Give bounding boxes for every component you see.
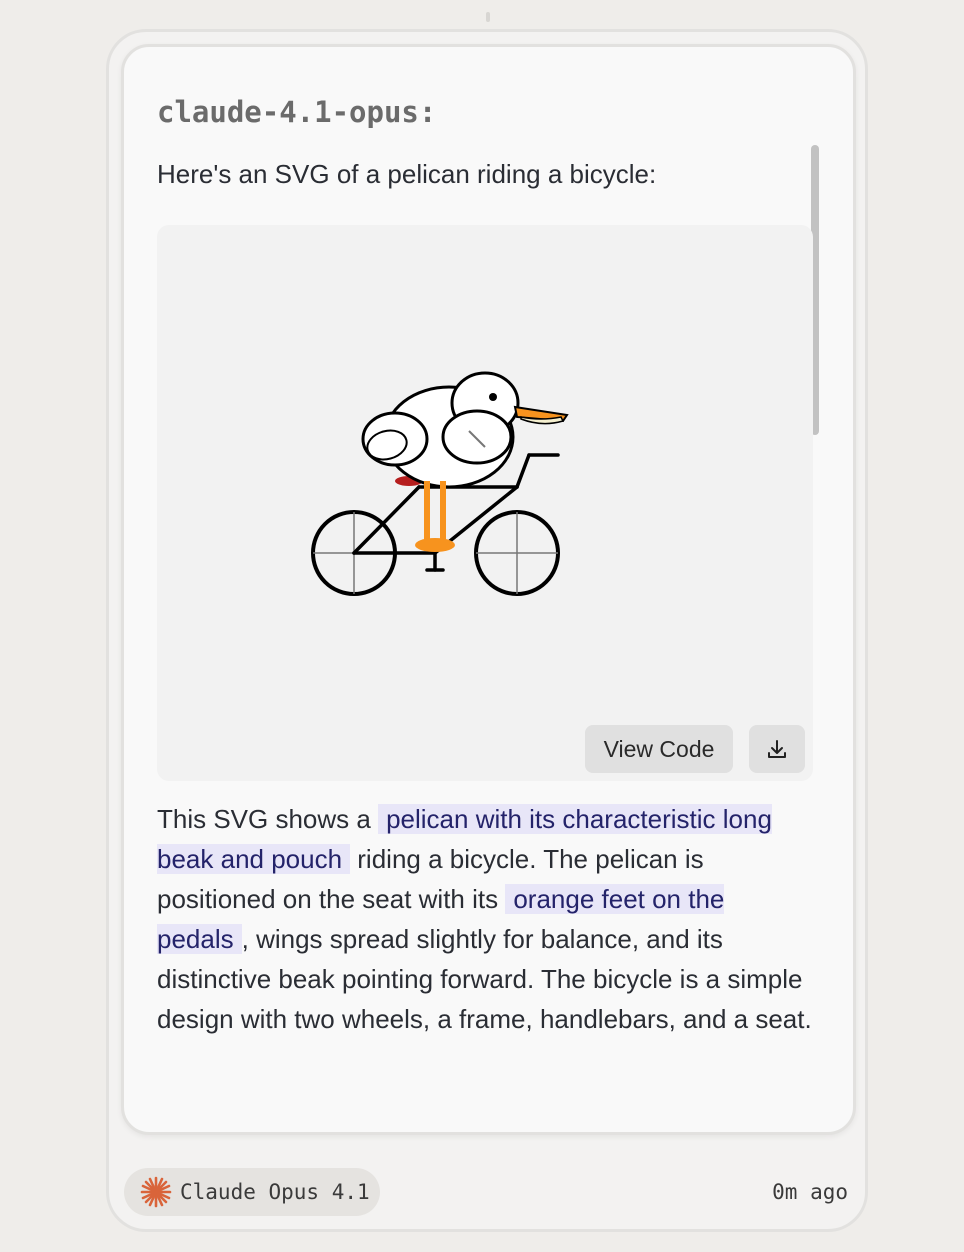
timestamp: 0m ago [772, 1180, 848, 1204]
model-heading: claude-4.1-opus: [157, 95, 437, 129]
drag-handle[interactable] [486, 12, 490, 22]
claude-star-icon [140, 1176, 172, 1208]
svg-preview: View Code [157, 225, 813, 781]
pelican-eye [489, 393, 497, 401]
description-text: This SVG shows a pelican with its charac… [157, 799, 817, 1039]
front-wheel [474, 510, 560, 596]
pelican-legs [424, 481, 446, 543]
model-badge-label: Claude Opus 4.1 [180, 1180, 370, 1204]
intro-text: Here's an SVG of a pelican riding a bicy… [157, 159, 657, 189]
download-button[interactable] [749, 725, 805, 773]
pelican-bicycle-illustration [311, 371, 569, 596]
description-part-1: This SVG shows a [157, 804, 379, 834]
description-part-3: , wings spread slightly for balance, and… [157, 924, 812, 1034]
view-code-button[interactable]: View Code [585, 725, 733, 773]
download-icon [768, 740, 786, 758]
pelican-feet [415, 538, 455, 552]
pelican-front-wing [441, 409, 513, 465]
message-card: claude-4.1-opus: Here's an SVG of a peli… [121, 44, 856, 1135]
model-badge: Claude Opus 4.1 [124, 1168, 380, 1216]
